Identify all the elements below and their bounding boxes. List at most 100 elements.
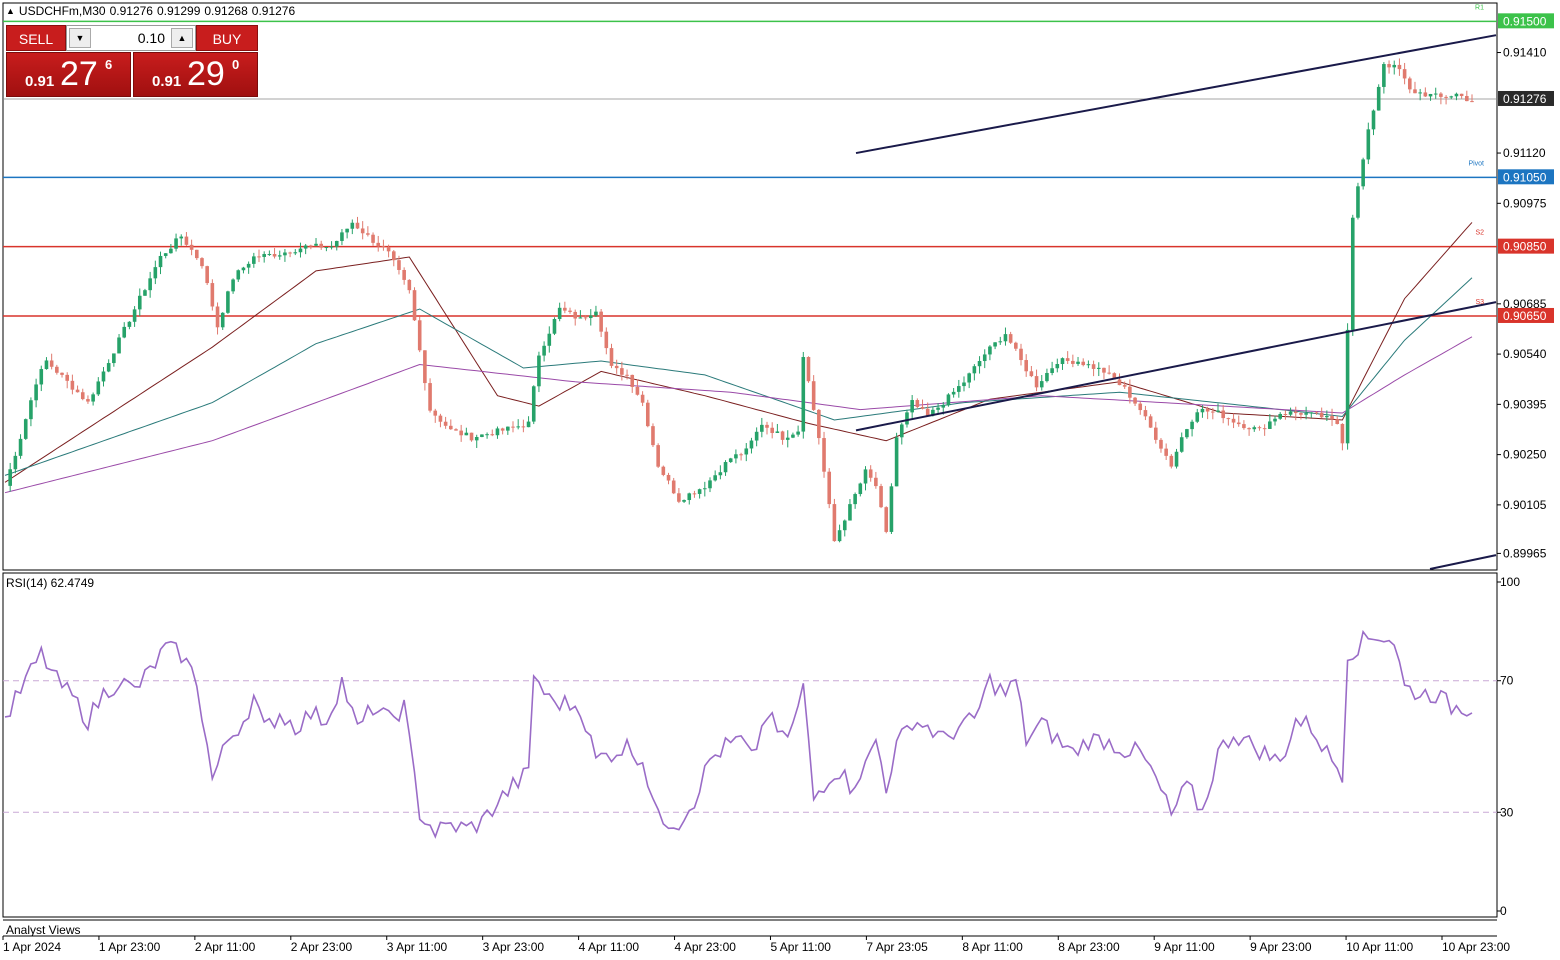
candle xyxy=(117,333,121,354)
candle-body xyxy=(376,242,381,247)
candle-body xyxy=(1340,423,1345,444)
candle xyxy=(640,391,645,407)
candle-body xyxy=(1433,93,1438,95)
candle xyxy=(863,466,868,491)
candle-body xyxy=(1226,418,1231,420)
candle-body xyxy=(568,310,572,312)
candle-body xyxy=(1128,386,1132,398)
time-tick-label: 1 Apr 23:00 xyxy=(99,940,161,954)
price-tick-label: 0.90975 xyxy=(1503,196,1547,210)
candle xyxy=(174,233,178,252)
candle-body xyxy=(915,400,920,407)
candle xyxy=(516,419,520,430)
candle xyxy=(760,417,764,438)
candle-body xyxy=(604,331,609,349)
candle-body xyxy=(1247,428,1251,430)
candle-body xyxy=(599,311,603,332)
chart-canvas[interactable]: 0.914100.911200.909750.906850.905400.903… xyxy=(0,0,1560,960)
candle-body xyxy=(796,431,800,435)
grid-frame xyxy=(2,2,1498,937)
candle xyxy=(687,492,692,505)
candle-body xyxy=(583,317,588,319)
candle xyxy=(1128,379,1132,404)
candle xyxy=(982,349,987,369)
candle xyxy=(739,452,743,461)
candle xyxy=(1174,448,1179,469)
candle-body xyxy=(620,368,624,375)
candle-body xyxy=(645,402,650,427)
candle xyxy=(557,302,562,322)
candle-body xyxy=(1345,329,1350,444)
candle xyxy=(801,351,806,439)
candle xyxy=(132,306,137,327)
candle xyxy=(578,310,583,319)
candle-body xyxy=(1008,334,1013,343)
candle-body xyxy=(1159,439,1163,449)
candle-body xyxy=(1371,110,1376,130)
candle-body xyxy=(557,307,562,320)
candle xyxy=(1356,182,1360,220)
time-tick-label: 10 Apr 11:00 xyxy=(1346,940,1413,954)
candle-body xyxy=(241,267,246,271)
candle-body xyxy=(982,354,987,362)
candle-body xyxy=(1071,360,1075,364)
candle-body xyxy=(863,469,868,484)
candle xyxy=(677,488,681,504)
candle-body xyxy=(1242,424,1246,429)
candle xyxy=(485,432,489,439)
buy-price-button[interactable]: 0.91 29 0 xyxy=(133,52,258,97)
candle-body xyxy=(277,255,282,257)
candle-body xyxy=(511,426,515,428)
candle xyxy=(713,470,717,482)
candle xyxy=(563,301,567,314)
candle-body xyxy=(563,307,567,311)
candle-body xyxy=(1413,89,1417,94)
collapse-triangle-icon[interactable]: ▲ xyxy=(6,6,15,16)
buy-price-main: 29 xyxy=(187,55,225,93)
candle xyxy=(428,378,432,413)
candle-body xyxy=(1076,361,1080,364)
candle xyxy=(868,465,873,482)
candle xyxy=(894,432,899,487)
candle xyxy=(1003,327,1008,346)
lot-size-input[interactable] xyxy=(93,26,169,50)
candle-body xyxy=(60,372,64,375)
candle xyxy=(1397,58,1402,76)
candle-body xyxy=(8,469,12,486)
candle-body xyxy=(1350,217,1355,330)
candle-body xyxy=(1418,92,1422,94)
candle-body xyxy=(754,431,759,441)
candle-body xyxy=(1356,186,1360,218)
sell-button[interactable]: SELL xyxy=(6,25,66,51)
lot-increase-icon[interactable]: ▲ xyxy=(171,28,193,48)
candle xyxy=(433,408,438,423)
candle xyxy=(568,307,572,314)
candle-body xyxy=(132,309,137,322)
candle xyxy=(29,397,33,427)
candle xyxy=(651,423,655,448)
candle xyxy=(853,492,857,509)
candle xyxy=(858,482,863,497)
lot-decrease-icon[interactable]: ▼ xyxy=(69,28,91,48)
moving-average-2 xyxy=(4,277,1473,476)
candle xyxy=(1470,94,1474,103)
open-value: 0.91276 xyxy=(109,4,153,18)
candle xyxy=(1153,421,1158,444)
candle xyxy=(1335,415,1340,425)
candle-body xyxy=(44,360,49,370)
rsi-line xyxy=(4,629,1473,839)
candle xyxy=(977,356,982,374)
candle xyxy=(780,430,785,445)
candle xyxy=(744,443,749,462)
candle-body xyxy=(391,251,396,261)
candle xyxy=(1091,360,1096,377)
candle-body xyxy=(666,474,671,481)
candle-body xyxy=(366,233,370,235)
buy-button[interactable]: BUY xyxy=(196,25,258,51)
sell-price-button[interactable]: 0.91 27 6 xyxy=(6,52,131,97)
candle-body xyxy=(1376,86,1381,111)
candle-body xyxy=(1133,397,1137,404)
trendlines[interactable] xyxy=(855,34,1497,570)
candle xyxy=(314,238,318,247)
candle xyxy=(1055,358,1060,373)
